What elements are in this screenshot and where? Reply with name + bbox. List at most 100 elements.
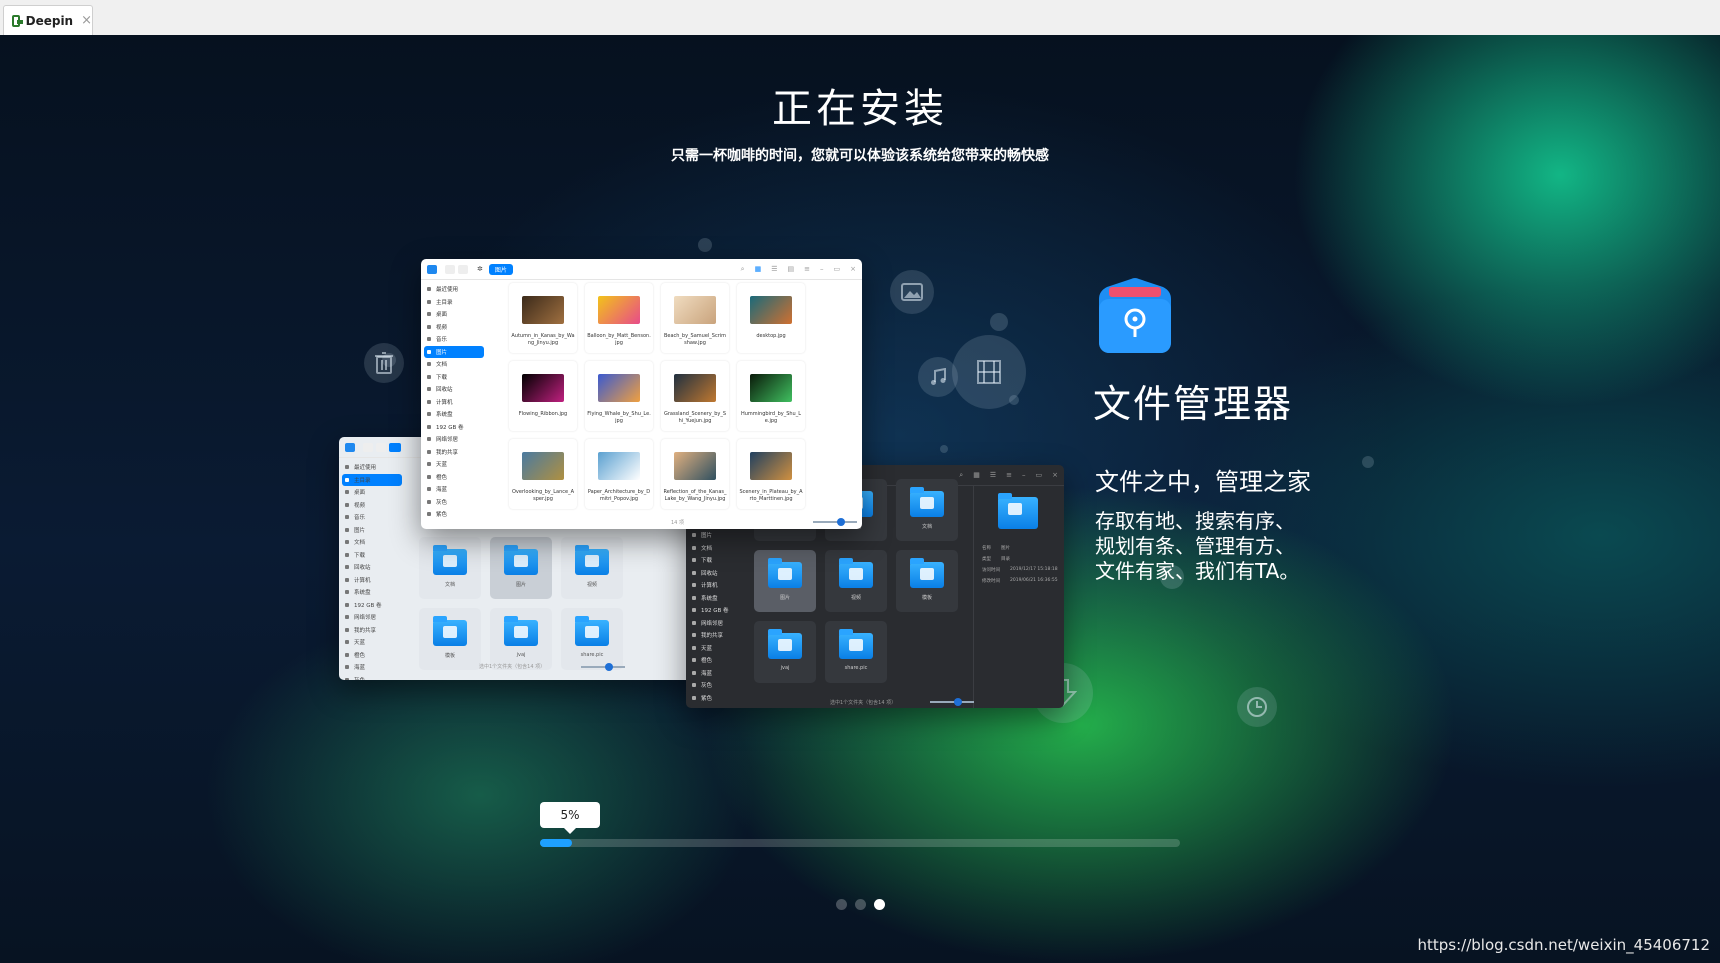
pager-dot[interactable] (874, 899, 885, 910)
sidebar-item[interactable]: 桌面 (421, 308, 487, 321)
breadcrumb[interactable]: 图片 (488, 263, 513, 275)
image-file-item[interactable]: Scenery_in_Plateau_by_Arto_Marttinen.jpg (737, 439, 805, 509)
sidebar-item[interactable]: 计算机 (686, 579, 752, 592)
sidebar-item[interactable]: 文档 (686, 542, 752, 555)
maximize-icon[interactable]: ▭ (1036, 471, 1043, 480)
zoom-slider[interactable] (813, 518, 857, 526)
forward-icon[interactable] (458, 264, 468, 274)
folder-item[interactable]: 视频 (561, 537, 623, 599)
sidebar-item[interactable]: 橙色 (339, 649, 405, 662)
image-file-item[interactable]: desktop.jpg (737, 283, 805, 353)
image-file-item[interactable]: Autumn_in_Kanas_by_Wang_Jinyu.jpg (509, 283, 577, 353)
image-file-item[interactable]: Paper_Architecture_by_Dmitri_Popov.jpg (585, 439, 653, 509)
close-icon[interactable]: × (81, 13, 92, 28)
minimize-icon[interactable]: – (1022, 471, 1026, 480)
folder-item[interactable]: jvaj (754, 621, 816, 683)
list-view-icon[interactable]: ☰ (771, 265, 777, 274)
search-icon[interactable]: ⌕ (741, 265, 745, 274)
sidebar-item[interactable]: 回收站 (686, 567, 752, 580)
sidebar-item[interactable]: 图片 (424, 345, 484, 358)
sidebar-item[interactable]: 视频 (421, 321, 487, 334)
detail-icon[interactable]: ▤ (788, 265, 795, 274)
view-icon[interactable]: ▦ (973, 471, 980, 480)
sidebar-item[interactable]: 图片 (686, 529, 752, 542)
sidebar-item[interactable]: 192 GB 卷 (686, 604, 752, 617)
back-icon[interactable] (445, 264, 455, 274)
search-icon[interactable]: ⌕ (959, 471, 963, 480)
menu-icon[interactable]: ≡ (804, 265, 810, 274)
sidebar-item[interactable]: 192 GB 卷 (421, 421, 487, 434)
image-file-item[interactable]: Grassland_Scenery_by_Shi_Yuejun.jpg (661, 361, 729, 431)
folder-item[interactable]: 模板 (896, 550, 958, 612)
zoom-slider[interactable] (930, 698, 974, 706)
sidebar-item[interactable]: 文档 (421, 358, 487, 371)
sidebar-item[interactable]: 紫色 (686, 692, 752, 705)
folder-item[interactable]: 文档 (419, 537, 481, 599)
image-file-item[interactable]: Overlooking_by_Lance_Asper.jpg (509, 439, 577, 509)
close-icon[interactable]: × (1052, 471, 1058, 480)
icon-view-icon[interactable]: ▦ (755, 265, 762, 274)
image-file-item[interactable]: Beach_by_Samuel_Scrimshaw.jpg (661, 283, 729, 353)
sidebar-item[interactable]: 天蓝 (339, 636, 405, 649)
menu-icon[interactable]: ≡ (1006, 471, 1012, 480)
sidebar-item[interactable]: 回收站 (339, 561, 405, 574)
sidebar-item[interactable]: 主目录 (342, 473, 402, 486)
sidebar-item[interactable]: 下载 (339, 549, 405, 562)
sidebar-item[interactable]: 系统盘 (339, 586, 405, 599)
image-file-item[interactable]: Balloon_by_Matt_Benson.jpg (585, 283, 653, 353)
sidebar-item[interactable]: 紫色 (421, 508, 487, 521)
folder-item[interactable]: 图片 (490, 537, 552, 599)
pager-dot[interactable] (836, 899, 847, 910)
sidebar-item[interactable]: 我的共享 (421, 446, 487, 459)
gear-icon[interactable]: ✲ (477, 265, 483, 273)
sidebar-item[interactable]: 视频 (339, 499, 405, 512)
sidebar-item[interactable]: 最近使用 (339, 461, 405, 474)
sidebar-item[interactable]: 计算机 (339, 574, 405, 587)
sidebar-item[interactable]: 最近使用 (421, 283, 487, 296)
pager-dot[interactable] (855, 899, 866, 910)
maximize-icon[interactable]: ▭ (834, 265, 841, 274)
forward-icon[interactable] (376, 442, 386, 452)
folder-item[interactable]: 图片 (754, 550, 816, 612)
sidebar-item[interactable]: 主目录 (421, 296, 487, 309)
sidebar-item[interactable]: 橙色 (686, 654, 752, 667)
sidebar-item[interactable]: 灰色 (339, 674, 405, 680)
image-file-item[interactable]: Hummingbird_by_Shu_Le.jpg (737, 361, 805, 431)
folder-item[interactable]: 模板 (419, 608, 481, 670)
minimize-icon[interactable]: – (820, 265, 824, 274)
list-icon[interactable]: ☰ (990, 471, 996, 480)
sidebar-item[interactable]: 192 GB 卷 (339, 599, 405, 612)
sidebar-item[interactable]: 网络邻居 (686, 617, 752, 630)
image-file-item[interactable]: Flowing_Ribbon.jpg (509, 361, 577, 431)
sidebar-item[interactable]: 我的共享 (686, 629, 752, 642)
sidebar-item[interactable]: 灰色 (686, 679, 752, 692)
sidebar-item[interactable]: 音乐 (339, 511, 405, 524)
sidebar-item[interactable]: 下载 (686, 554, 752, 567)
sidebar-item[interactable]: 天蓝 (421, 458, 487, 471)
image-file-item[interactable]: Reflection_of_the_Kanas_Lake_by_Wang_Jin… (661, 439, 729, 509)
sidebar-item[interactable]: 计算机 (421, 396, 487, 409)
image-file-item[interactable]: Flying_Whale_by_Shu_Le.jpg (585, 361, 653, 431)
close-icon[interactable]: × (850, 265, 856, 274)
sidebar-item[interactable]: 海蓝 (686, 667, 752, 680)
folder-item[interactable]: share.pic (561, 608, 623, 670)
back-icon[interactable] (363, 442, 373, 452)
home-crumb-icon[interactable] (389, 442, 401, 452)
sidebar-item[interactable]: 系统盘 (686, 592, 752, 605)
sidebar-item[interactable]: 网络邻居 (339, 611, 405, 624)
sidebar-item[interactable]: 网络邻居 (421, 433, 487, 446)
zoom-slider[interactable] (581, 663, 625, 671)
folder-item[interactable]: jvaj (490, 608, 552, 670)
sidebar-item[interactable]: 橙色 (421, 471, 487, 484)
sidebar-item[interactable]: 文档 (339, 536, 405, 549)
sidebar-item[interactable]: 天蓝 (686, 642, 752, 655)
sidebar-item[interactable]: 灰色 (421, 496, 487, 509)
sidebar-item[interactable]: 音乐 (421, 333, 487, 346)
folder-item[interactable]: share.pic (825, 621, 887, 683)
sidebar-item[interactable]: 图片 (339, 524, 405, 537)
sidebar-item[interactable]: 海蓝 (339, 661, 405, 674)
sidebar-item[interactable]: 回收站 (421, 383, 487, 396)
folder-item[interactable]: 视频 (825, 550, 887, 612)
folder-item[interactable]: 文档 (896, 479, 958, 541)
sidebar-item[interactable]: 下载 (421, 371, 487, 384)
